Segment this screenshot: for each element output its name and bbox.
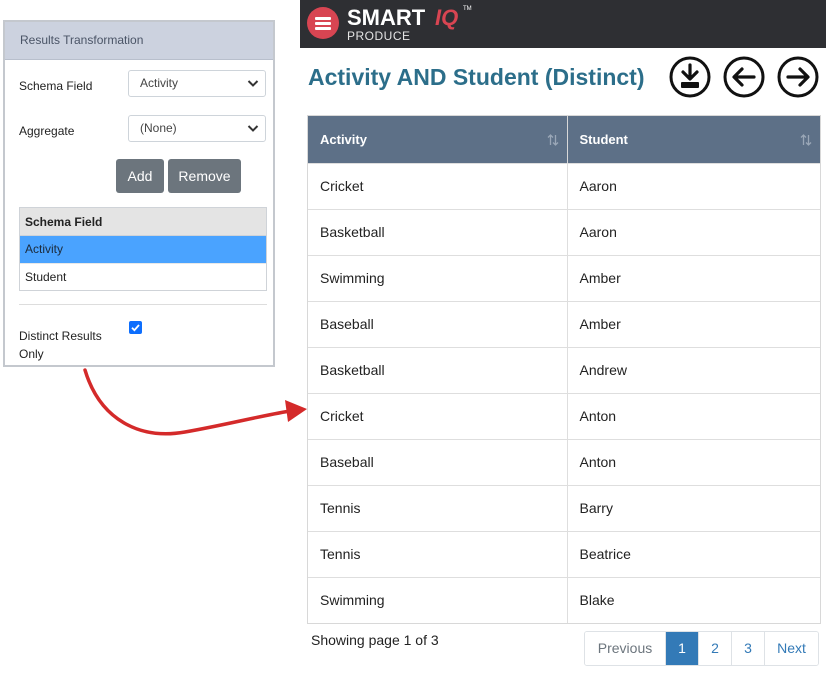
aggregate-label: Aggregate bbox=[19, 124, 75, 138]
previous-page-button[interactable]: Previous bbox=[585, 632, 665, 665]
page-title: Activity AND Student (Distinct) bbox=[308, 64, 645, 90]
check-icon bbox=[131, 324, 140, 332]
schema-field-table: Schema Field Activity Student bbox=[19, 207, 267, 291]
add-button[interactable]: Add bbox=[116, 159, 164, 193]
table-row[interactable]: Basketball Aaron bbox=[308, 209, 820, 255]
student-cell: Aaron bbox=[566, 210, 821, 255]
student-cell: Amber bbox=[566, 302, 821, 347]
schema-field-row-activity[interactable]: Activity bbox=[20, 236, 266, 263]
schema-field-label: Schema Field bbox=[19, 79, 93, 93]
sort-icon bbox=[800, 134, 812, 146]
sort-icon bbox=[547, 134, 558, 146]
app-header: SMART IQ TM PRODUCE bbox=[300, 0, 826, 48]
brand-logo-accent: IQ bbox=[435, 5, 459, 30]
menu-icon[interactable] bbox=[307, 7, 339, 39]
page-2-button[interactable]: 2 bbox=[698, 632, 731, 665]
table-row[interactable]: Swimming Blake bbox=[308, 577, 820, 623]
activity-cell: Cricket bbox=[320, 178, 364, 194]
activity-cell: Baseball bbox=[320, 454, 374, 470]
schema-field-row-student[interactable]: Student bbox=[20, 263, 266, 290]
brand-logo-main: SMART bbox=[347, 5, 426, 30]
table-row[interactable]: Baseball Anton bbox=[308, 439, 820, 485]
column-header-activity[interactable]: Activity bbox=[308, 116, 567, 163]
page-3-button[interactable]: 3 bbox=[731, 632, 764, 665]
results-table-header: Activity Student bbox=[308, 116, 820, 163]
pagination: Previous 1 2 3 Next bbox=[584, 631, 819, 666]
brand-trademark: TM bbox=[463, 6, 472, 12]
arrow-left-circle-icon[interactable] bbox=[723, 56, 765, 98]
table-row[interactable]: Swimming Amber bbox=[308, 255, 820, 301]
chevron-down-icon bbox=[247, 80, 259, 87]
distinct-results-label: Distinct Results Only bbox=[19, 329, 102, 361]
activity-cell: Cricket bbox=[320, 408, 364, 424]
download-icon[interactable] bbox=[669, 56, 711, 98]
table-row[interactable]: Tennis Beatrice bbox=[308, 531, 820, 577]
pagination-status: Showing page 1 of 3 bbox=[311, 632, 439, 648]
student-cell: Barry bbox=[566, 486, 821, 531]
student-cell: Anton bbox=[566, 440, 821, 485]
column-header-label: Student bbox=[579, 132, 628, 147]
student-cell: Blake bbox=[566, 578, 821, 623]
activity-cell: Swimming bbox=[320, 270, 385, 286]
schema-field-table-header: Schema Field bbox=[20, 208, 266, 236]
activity-cell: Basketball bbox=[320, 362, 385, 378]
table-row[interactable]: Cricket Aaron bbox=[308, 163, 820, 209]
results-table: Activity Student Cricket Aaron Basketball… bbox=[307, 115, 821, 624]
remove-button[interactable]: Remove bbox=[168, 159, 241, 193]
divider bbox=[19, 304, 267, 305]
table-row[interactable]: Cricket Anton bbox=[308, 393, 820, 439]
table-row[interactable]: Basketball Andrew bbox=[308, 347, 820, 393]
brand-subtitle: PRODUCE bbox=[347, 29, 411, 43]
column-header-student[interactable]: Student bbox=[566, 116, 821, 163]
arrow-right-circle-icon[interactable] bbox=[777, 56, 819, 98]
page-1-button[interactable]: 1 bbox=[665, 632, 698, 665]
panel-title: Results Transformation bbox=[5, 22, 273, 60]
student-cell: Amber bbox=[566, 256, 821, 301]
schema-field-select-value: Activity bbox=[140, 76, 179, 90]
results-transformation-panel: Results Transformation Schema Field Acti… bbox=[3, 20, 275, 367]
student-cell: Anton bbox=[566, 394, 821, 439]
student-cell: Andrew bbox=[566, 348, 821, 393]
schema-field-select[interactable]: Activity bbox=[128, 70, 266, 97]
aggregate-select[interactable]: (None) bbox=[128, 115, 266, 142]
table-row[interactable]: Baseball Amber bbox=[308, 301, 820, 347]
activity-cell: Basketball bbox=[320, 224, 385, 240]
aggregate-select-value: (None) bbox=[140, 121, 177, 135]
activity-cell: Tennis bbox=[320, 500, 361, 516]
next-page-button[interactable]: Next bbox=[764, 632, 818, 665]
chevron-down-icon bbox=[247, 125, 259, 132]
activity-cell: Tennis bbox=[320, 546, 361, 562]
distinct-results-checkbox[interactable] bbox=[129, 321, 142, 334]
student-cell: Aaron bbox=[566, 164, 821, 209]
column-header-label: Activity bbox=[320, 132, 367, 147]
activity-cell: Baseball bbox=[320, 316, 374, 332]
activity-cell: Swimming bbox=[320, 592, 385, 608]
student-cell: Beatrice bbox=[566, 532, 821, 577]
table-row[interactable]: Tennis Barry bbox=[308, 485, 820, 531]
